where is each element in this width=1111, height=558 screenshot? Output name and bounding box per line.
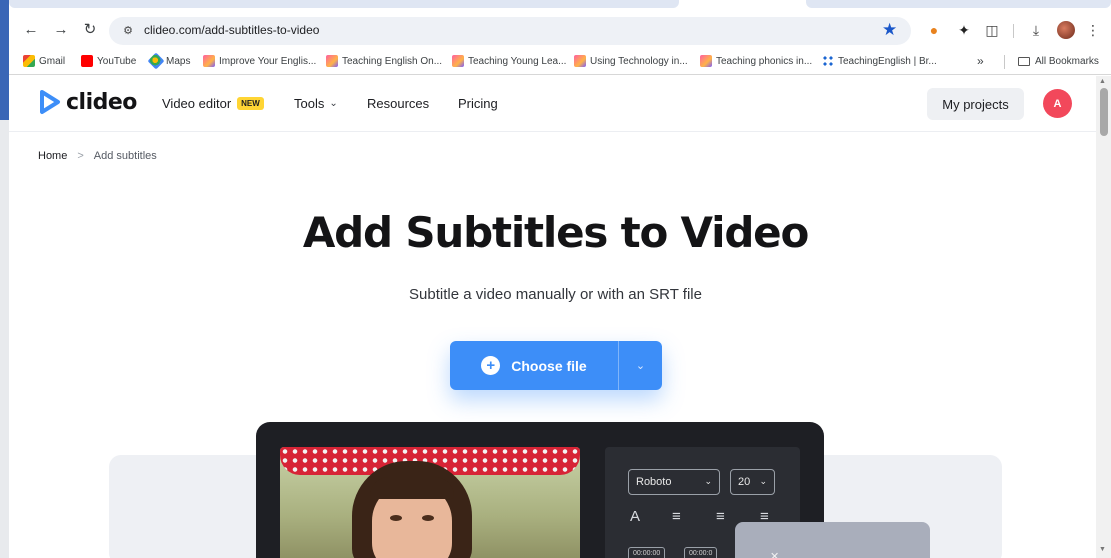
youtube-icon	[81, 55, 93, 67]
menu-kebab-icon[interactable]: ⋮	[1084, 21, 1102, 39]
bookmark-improve-english[interactable]: Improve Your Englis...	[203, 54, 316, 68]
bangs-graphic	[370, 477, 454, 499]
teachingenglish-icon	[452, 55, 464, 67]
extensions-puzzle-icon[interactable]: ◫	[983, 21, 1001, 39]
teachingenglish-icon	[326, 55, 338, 67]
breadcrumb-home[interactable]: Home	[38, 150, 67, 162]
my-projects-button[interactable]: My projects	[927, 88, 1024, 120]
clideo-logo[interactable]: clideo	[39, 89, 137, 115]
tab-strip-right	[806, 0, 1111, 8]
page-scrollbar[interactable]	[1096, 76, 1111, 558]
chevron-down-icon: ⌄	[759, 476, 767, 486]
forward-button[interactable]: →	[52, 20, 70, 38]
eye-graphic	[422, 515, 434, 521]
maps-icon	[147, 52, 165, 70]
bookmark-teachingenglish-br[interactable]: TeachingEnglish | Br...	[822, 54, 937, 68]
clideo-play-icon	[40, 90, 60, 114]
text-style-icon[interactable]: A	[630, 508, 640, 525]
site-info-icon[interactable]: ⚙	[121, 23, 135, 37]
address-bar[interactable]: ⚙ clideo.com/add-subtitles-to-video ★	[109, 17, 911, 45]
page-title: Add Subtitles to Video	[302, 208, 809, 257]
downloads-icon[interactable]: ⤓	[1027, 21, 1045, 39]
bookmarks-separator	[1004, 55, 1005, 69]
start-time-field[interactable]: 00:00:00	[628, 547, 666, 558]
scroll-thumb[interactable]	[1100, 88, 1108, 136]
reload-button[interactable]: ↻	[81, 20, 99, 38]
bookmark-teaching-phonics[interactable]: Teaching phonics in...	[700, 54, 812, 68]
font-select[interactable]: Roboto ⌄	[628, 469, 720, 495]
bookmark-maps[interactable]: Maps	[147, 52, 190, 70]
align-left-icon[interactable]: ≡	[672, 508, 681, 525]
scroll-down-arrow-icon[interactable]: ▼	[1099, 546, 1106, 553]
teachingenglish-br-icon	[822, 55, 834, 67]
new-badge: NEW	[237, 97, 264, 110]
gmail-icon	[23, 55, 35, 67]
chevron-down-icon: ⌄	[329, 98, 338, 109]
chevron-down-icon: ⌄	[635, 360, 646, 372]
bookmark-star-icon[interactable]: ★	[882, 20, 897, 40]
subtitle-overlay-card	[735, 522, 930, 558]
plus-icon: +	[481, 356, 501, 375]
address-url[interactable]: clideo.com/add-subtitles-to-video	[144, 23, 319, 37]
extension-icon[interactable]: ✦	[955, 21, 973, 39]
scroll-up-arrow-icon[interactable]: ▲	[1099, 78, 1106, 85]
teachingenglish-icon	[574, 55, 586, 67]
all-bookmarks-button[interactable]: All Bookmarks	[1018, 54, 1099, 68]
font-size-select[interactable]: 20 ⌄	[730, 469, 775, 495]
bookmark-teaching-young[interactable]: Teaching Young Lea...	[452, 54, 566, 68]
nav-pricing[interactable]: Pricing	[458, 96, 498, 111]
upload-options-dropdown[interactable]: ⌄	[619, 341, 662, 390]
tab-strip-left	[9, 0, 679, 8]
bookmarks-bar: Gmail YouTube Maps Improve Your Englis..…	[9, 47, 1111, 75]
bookmark-teaching-online[interactable]: Teaching English On...	[326, 54, 442, 68]
breadcrumb: Home > Add subtitles	[38, 150, 157, 162]
nav-resources[interactable]: Resources	[367, 96, 429, 111]
bookmark-using-technology[interactable]: Using Technology in...	[574, 54, 688, 68]
nav-video-editor[interactable]: Video editor NEW	[162, 96, 264, 111]
user-avatar[interactable]: A	[1043, 89, 1072, 118]
breadcrumb-separator: >	[77, 150, 84, 162]
window-edge-accent	[0, 0, 9, 120]
video-preview-image	[280, 447, 580, 558]
teachingenglish-icon	[700, 55, 712, 67]
brand-name: clideo	[66, 89, 137, 115]
bookmarks-overflow-button[interactable]: »	[977, 54, 984, 68]
toolbar-separator	[1013, 24, 1014, 38]
choose-file-button[interactable]: + Choose file	[450, 341, 618, 390]
breadcrumb-current: Add subtitles	[93, 150, 157, 162]
page-subtitle: Subtitle a video manually or with an SRT…	[409, 286, 702, 303]
close-icon[interactable]: ✕	[770, 550, 779, 558]
bookmark-youtube[interactable]: YouTube	[81, 54, 136, 68]
chevron-down-icon: ⌄	[704, 476, 712, 486]
profile-avatar[interactable]	[1057, 21, 1075, 39]
metamask-extension-icon[interactable]: ●	[925, 21, 943, 39]
end-time-field[interactable]: 00:00:0	[684, 547, 718, 558]
align-center-icon[interactable]: ≡	[716, 508, 725, 525]
folder-icon	[1018, 56, 1030, 66]
choose-file-control: + Choose file ⌄	[450, 341, 662, 390]
nav-tools[interactable]: Tools ⌄	[294, 96, 338, 111]
back-button[interactable]: ←	[22, 20, 40, 38]
teachingenglish-icon	[203, 55, 215, 67]
site-header: clideo Video editor NEW Tools ⌄ Resource…	[9, 76, 1096, 132]
bookmark-gmail[interactable]: Gmail	[23, 54, 65, 68]
eye-graphic	[390, 515, 402, 521]
